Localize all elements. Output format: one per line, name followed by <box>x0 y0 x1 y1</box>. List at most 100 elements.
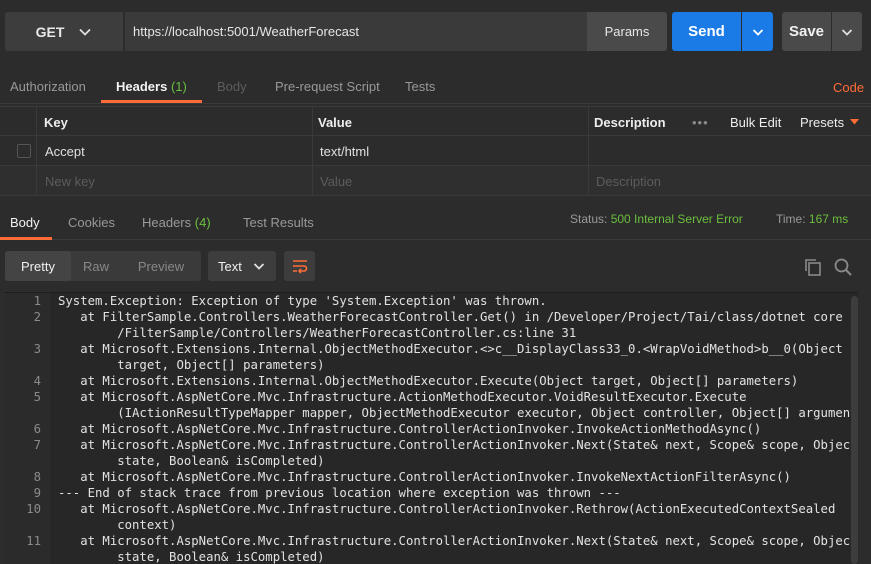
send-button[interactable]: Send <box>672 12 741 51</box>
send-options-button[interactable] <box>742 12 773 51</box>
active-tab-indicator <box>101 100 202 103</box>
code-line: 4 at Microsoft.Extensions.Internal.Objec… <box>5 373 858 389</box>
code-text: at Microsoft.Extensions.Internal.ObjectM… <box>58 374 799 388</box>
status-value: 500 Internal Server Error <box>610 212 743 226</box>
format-label: Text <box>218 258 242 274</box>
params-button[interactable]: Params <box>587 12 667 51</box>
tab-label: Test Results <box>243 215 314 230</box>
line-number: 6 <box>33 422 41 436</box>
presets-dropdown[interactable]: Presets <box>800 107 860 137</box>
code-text: at Microsoft.Extensions.Internal.ObjectM… <box>58 342 843 356</box>
tab-count: (4) <box>194 215 211 230</box>
table-row: Accept text/html <box>0 136 871 166</box>
view-mode-group: Pretty Raw Preview <box>5 251 201 281</box>
format-select[interactable]: Text <box>208 251 276 281</box>
column-header-value: Value <box>318 114 352 130</box>
code-text: context) <box>58 518 177 532</box>
tab-tests[interactable]: Tests <box>405 79 435 94</box>
tab-label: Body <box>217 79 247 94</box>
request-tabs: Authorization Headers (1) Body Pre-reque… <box>0 70 871 104</box>
code-line: 9 --- End of stack trace from previous lo… <box>5 485 858 501</box>
view-raw-button[interactable]: Raw <box>71 251 121 281</box>
column-divider <box>36 106 37 196</box>
view-preview-button[interactable]: Preview <box>121 251 201 281</box>
tab-pre-request-script[interactable]: Pre-request Script <box>275 79 380 94</box>
tab-label: Cookies <box>68 215 115 230</box>
line-number: 7 <box>33 438 41 452</box>
tab-test-results[interactable]: Test Results <box>243 215 314 230</box>
bulk-edit-link[interactable]: Bulk Edit <box>730 107 781 137</box>
code-line: 5 at Microsoft.AspNetCore.Mvc.Infrastruc… <box>5 389 858 421</box>
request-bar: GET https://localhost:5001/WeatherForeca… <box>5 12 667 51</box>
chevron-down-icon <box>841 28 853 36</box>
wrap-lines-icon <box>292 260 307 274</box>
line-number: 3 <box>33 342 41 356</box>
line-number: 5 <box>33 390 41 404</box>
tab-label: Body <box>10 215 40 230</box>
view-pretty-button[interactable]: Pretty <box>5 251 71 281</box>
tab-label: Tests <box>405 79 436 94</box>
response-body-viewer[interactable]: 1 System.Exception: Exception of type 'Sy… <box>5 292 858 564</box>
code-text: state, Boolean& isCompleted) <box>58 454 325 468</box>
code-text: at Microsoft.AspNetCore.Mvc.Infrastructu… <box>58 438 858 452</box>
line-number: 9 <box>33 486 41 500</box>
code-text: at Microsoft.AspNetCore.Mvc.Infrastructu… <box>58 534 858 548</box>
code-text: at Microsoft.AspNetCore.Mvc.Infrastructu… <box>58 422 762 436</box>
tab-count: (1) <box>170 79 187 94</box>
code-text: at Microsoft.AspNetCore.Mvc.Infrastructu… <box>58 470 791 484</box>
wrap-lines-button[interactable] <box>284 251 315 281</box>
chevron-down-icon <box>79 28 92 36</box>
code-text: target, Object[] parameters) <box>58 358 325 372</box>
copy-icon[interactable] <box>803 257 823 277</box>
time-label: Time: <box>776 212 806 226</box>
url-text: https://localhost:5001/WeatherForecast <box>133 24 359 39</box>
time-indicator: Time: 167 ms <box>776 212 848 226</box>
vertical-scrollbar[interactable] <box>851 296 858 564</box>
code-link[interactable]: Code <box>833 80 864 95</box>
tab-body[interactable]: Body <box>217 79 247 94</box>
header-key[interactable]: Accept <box>45 136 85 166</box>
tab-cookies[interactable]: Cookies <box>68 215 115 230</box>
method-select[interactable]: GET <box>5 12 123 51</box>
save-options-button[interactable] <box>832 12 862 51</box>
tab-authorization[interactable]: Authorization <box>10 79 86 94</box>
status-indicator: Status: 500 Internal Server Error <box>570 212 743 226</box>
tab-label: Authorization <box>10 79 86 94</box>
search-icon[interactable] <box>833 257 853 277</box>
code-text: (IActionResultTypeMapper mapper, ObjectM… <box>58 406 858 420</box>
code-text: at FilterSample.Controllers.WeatherForec… <box>58 310 843 324</box>
code-text: state, Boolean& isCompleted) <box>58 550 325 564</box>
chevron-down-icon <box>253 263 264 270</box>
code-line: 6 at Microsoft.AspNetCore.Mvc.Infrastruc… <box>5 421 858 437</box>
row-checkbox[interactable] <box>17 144 31 158</box>
tab-response-body[interactable]: Body <box>10 215 40 230</box>
save-button[interactable]: Save <box>782 12 831 51</box>
code-line: 3 at Microsoft.Extensions.Internal.Objec… <box>5 341 858 373</box>
line-number: 11 <box>26 534 41 548</box>
method-label: GET <box>35 23 65 40</box>
header-value[interactable]: text/html <box>320 136 369 166</box>
new-description-input[interactable]: Description <box>596 166 661 196</box>
url-input[interactable]: https://localhost:5001/WeatherForecast <box>125 12 587 51</box>
column-divider <box>588 106 589 196</box>
save-button-group: Save <box>782 12 862 51</box>
code-line: 2 at FilterSample.Controllers.WeatherFor… <box>5 309 858 341</box>
tab-label: Headers <box>116 79 168 94</box>
tab-headers[interactable]: Headers (1) <box>116 79 187 94</box>
line-number: 2 <box>33 310 41 324</box>
caret-down-icon <box>850 119 860 125</box>
status-label: Status: <box>570 212 608 226</box>
line-number: 4 <box>33 374 41 388</box>
more-options-icon[interactable]: ••• <box>692 107 709 137</box>
save-label: Save <box>788 23 825 40</box>
chevron-down-icon <box>752 28 763 36</box>
tab-response-headers[interactable]: Headers (4) <box>142 215 211 230</box>
send-button-group: Send <box>672 12 773 51</box>
code-line: 8 at Microsoft.AspNetCore.Mvc.Infrastruc… <box>5 469 858 485</box>
new-key-input[interactable]: New key <box>45 166 95 196</box>
code-line: 1 System.Exception: Exception of type 'Sy… <box>5 293 858 309</box>
column-divider <box>312 106 313 196</box>
new-value-input[interactable]: Value <box>320 166 352 196</box>
table-row-new: New key Value Description <box>0 166 871 196</box>
line-number: 10 <box>26 502 41 516</box>
